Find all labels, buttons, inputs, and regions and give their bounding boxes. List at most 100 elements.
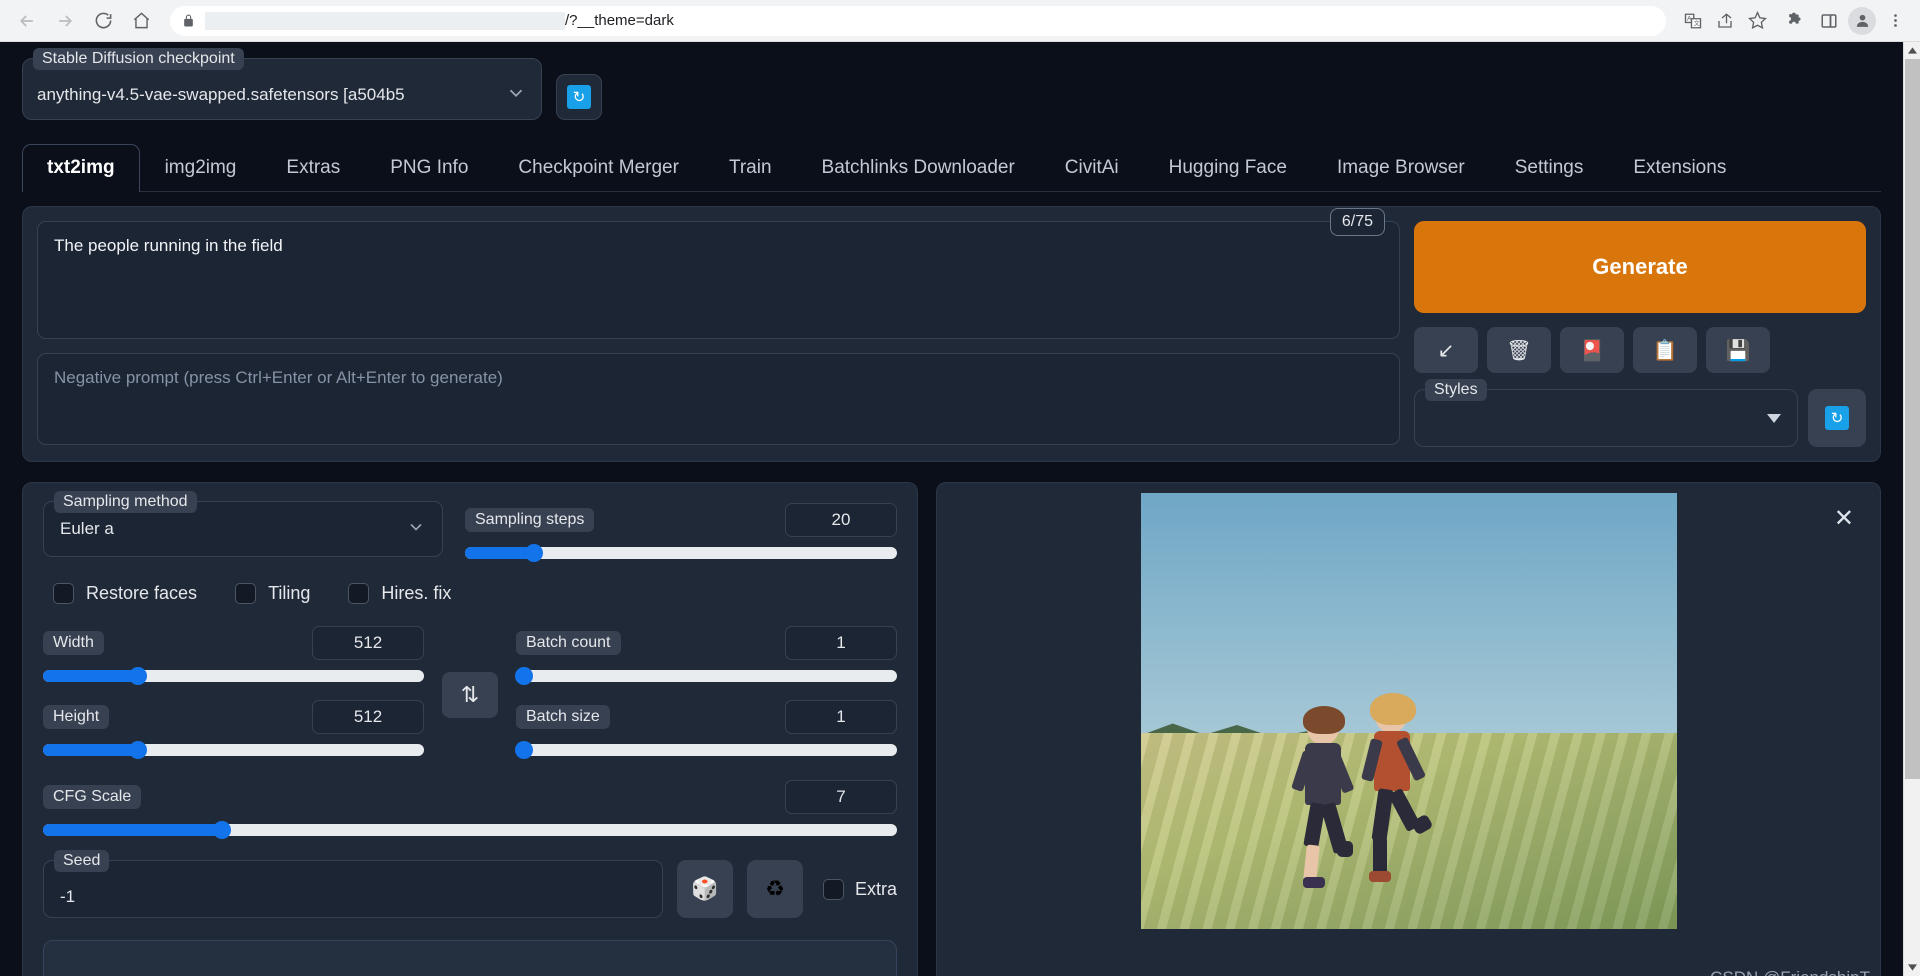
forward-arrow-icon[interactable] bbox=[48, 4, 82, 38]
sampling-method-dropdown[interactable]: Sampling method Euler a bbox=[43, 491, 443, 557]
prompt-input[interactable]: The people running in the field 6/75 bbox=[37, 208, 1400, 339]
slider-knob[interactable] bbox=[129, 667, 148, 685]
swap-dimensions-button[interactable]: ⇅ bbox=[442, 672, 498, 718]
tab-txt2img[interactable]: txt2img bbox=[22, 144, 140, 192]
checkpoint-dropdown[interactable]: Stable Diffusion checkpoint anything-v4.… bbox=[22, 48, 542, 120]
cfg-scale-value[interactable]: 7 bbox=[785, 780, 897, 814]
tab-extras[interactable]: Extras bbox=[261, 144, 365, 191]
styles-row: Styles ↻ bbox=[1414, 379, 1866, 447]
scrollbar-thumb[interactable] bbox=[1904, 59, 1920, 779]
checkbox-box[interactable] bbox=[348, 583, 370, 604]
height-group: Height 512 bbox=[43, 700, 424, 759]
tab-settings[interactable]: Settings bbox=[1490, 144, 1609, 191]
cfg-scale-slider[interactable] bbox=[43, 821, 897, 839]
tab-extensions[interactable]: Extensions bbox=[1608, 144, 1751, 191]
chevron-down-icon[interactable] bbox=[505, 70, 527, 109]
tab-hugging-face[interactable]: Hugging Face bbox=[1144, 144, 1312, 191]
batch-size-value[interactable]: 1 bbox=[785, 700, 897, 734]
sampling-steps-slider[interactable] bbox=[465, 544, 897, 562]
save-floppy-icon[interactable]: 💾 bbox=[1706, 327, 1770, 373]
result-gallery bbox=[947, 493, 1870, 929]
page-wrap: Stable Diffusion checkpoint anything-v4.… bbox=[0, 42, 1920, 976]
slider-fill bbox=[43, 824, 223, 836]
batch-count-slider[interactable] bbox=[514, 667, 897, 685]
slider-knob[interactable] bbox=[129, 741, 148, 759]
prompt-text: The people running in the field bbox=[54, 236, 283, 255]
tab-checkpoint-merger[interactable]: Checkpoint Merger bbox=[493, 144, 704, 191]
seed-row: Seed -1 🎲 ♻ Extra bbox=[43, 850, 897, 918]
checkpoint-value: anything-v4.5-vae-swapped.safetensors [a… bbox=[37, 85, 405, 104]
width-slider[interactable] bbox=[43, 667, 424, 685]
width-value[interactable]: 512 bbox=[312, 626, 424, 660]
tab-batchlinks-downloader[interactable]: Batchlinks Downloader bbox=[797, 144, 1040, 191]
bookmark-star-icon[interactable] bbox=[1742, 6, 1772, 36]
chevron-down-icon[interactable] bbox=[406, 517, 426, 542]
webui-page: Stable Diffusion checkpoint anything-v4.… bbox=[0, 42, 1903, 976]
share-icon[interactable] bbox=[1710, 6, 1740, 36]
slider-knob[interactable] bbox=[525, 544, 544, 562]
styles-dropdown[interactable]: Styles bbox=[1414, 379, 1798, 447]
height-slider[interactable] bbox=[43, 741, 424, 759]
refresh-styles-button[interactable]: ↻ bbox=[1808, 389, 1866, 447]
checkbox-box[interactable] bbox=[235, 583, 257, 604]
puzzle-icon[interactable] bbox=[1780, 6, 1810, 36]
height-value[interactable]: 512 bbox=[312, 700, 424, 734]
arrow-down-left-icon[interactable]: ↙ bbox=[1414, 327, 1478, 373]
scroll-up-arrow-icon[interactable] bbox=[1904, 42, 1920, 59]
seed-input[interactable]: Seed -1 bbox=[43, 850, 663, 918]
tab-train[interactable]: Train bbox=[704, 144, 797, 191]
checkbox-box[interactable] bbox=[822, 878, 844, 900]
reload-icon[interactable] bbox=[86, 4, 120, 38]
reuse-seed-recycle-icon[interactable]: ♻ bbox=[746, 860, 803, 918]
prompt-column: The people running in the field 6/75 Neg… bbox=[37, 208, 1400, 447]
seed-label: Seed bbox=[54, 850, 110, 872]
address-bar[interactable]: /?__theme=dark bbox=[170, 5, 1666, 36]
cfg-scale-label: CFG Scale bbox=[43, 785, 142, 809]
side-panel-icon[interactable] bbox=[1814, 6, 1844, 36]
generate-button[interactable]: Generate bbox=[1414, 221, 1866, 313]
page-scrollbar[interactable] bbox=[1903, 42, 1920, 976]
negative-prompt-input[interactable]: Negative prompt (press Ctrl+Enter or Alt… bbox=[37, 353, 1400, 445]
batch-size-slider[interactable] bbox=[514, 741, 897, 759]
scroll-down-arrow-icon[interactable] bbox=[1904, 959, 1920, 976]
checkpoint-label: Stable Diffusion checkpoint bbox=[33, 48, 244, 70]
profile-avatar-icon[interactable] bbox=[1848, 6, 1876, 35]
clipboard-icon[interactable]: 📋 bbox=[1633, 327, 1697, 373]
back-arrow-icon[interactable] bbox=[10, 4, 44, 38]
sampling-steps-column: Sampling steps 20 bbox=[465, 501, 897, 562]
width-height-column: Width 512 Height 512 bbox=[43, 626, 424, 774]
trash-icon[interactable]: 🗑 bbox=[1487, 327, 1551, 373]
chevron-down-icon[interactable] bbox=[1767, 413, 1781, 423]
webui-app: Stable Diffusion checkpoint anything-v4.… bbox=[0, 42, 1903, 976]
prompt-panel: The people running in the field 6/75 Neg… bbox=[22, 206, 1881, 462]
apply-style-card-icon[interactable]: 🎴 bbox=[1560, 327, 1624, 373]
tab-image-browser[interactable]: Image Browser bbox=[1312, 144, 1490, 191]
slider-knob[interactable] bbox=[213, 821, 232, 839]
tab-civitai[interactable]: CivitAi bbox=[1040, 144, 1144, 191]
three-dot-menu-icon[interactable] bbox=[1880, 6, 1910, 36]
generated-image[interactable] bbox=[1140, 493, 1677, 929]
slider-fill bbox=[465, 547, 535, 559]
close-icon[interactable]: ✕ bbox=[1834, 507, 1854, 531]
slider-knob[interactable] bbox=[514, 667, 533, 685]
tiling-checkbox[interactable]: Tiling bbox=[235, 583, 310, 604]
cfg-scale-group: CFG Scale 7 bbox=[43, 780, 897, 839]
scrollbar-track[interactable] bbox=[1904, 59, 1920, 959]
tab-png-info[interactable]: PNG Info bbox=[365, 144, 493, 191]
slider-fill bbox=[43, 670, 139, 682]
hires-fix-checkbox[interactable]: Hires. fix bbox=[348, 583, 451, 604]
refresh-checkpoints-button[interactable]: ↻ bbox=[556, 74, 602, 120]
batch-count-head: Batch count 1 bbox=[516, 626, 897, 660]
translate-icon[interactable]: A文 bbox=[1678, 6, 1708, 36]
restore-faces-checkbox[interactable]: Restore faces bbox=[53, 583, 197, 604]
checkbox-box[interactable] bbox=[53, 583, 74, 604]
extra-seed-checkbox[interactable]: Extra bbox=[817, 860, 897, 918]
random-seed-dice-icon[interactable]: 🎲 bbox=[676, 860, 733, 918]
home-icon[interactable] bbox=[124, 4, 158, 38]
slider-knob[interactable] bbox=[514, 741, 533, 759]
sampling-steps-value[interactable]: 20 bbox=[785, 503, 897, 537]
sampling-method-column: Sampling method Euler a bbox=[43, 491, 443, 557]
batch-count-value[interactable]: 1 bbox=[785, 626, 897, 660]
script-panel-stub bbox=[43, 940, 897, 976]
tab-img2img[interactable]: img2img bbox=[140, 144, 262, 191]
